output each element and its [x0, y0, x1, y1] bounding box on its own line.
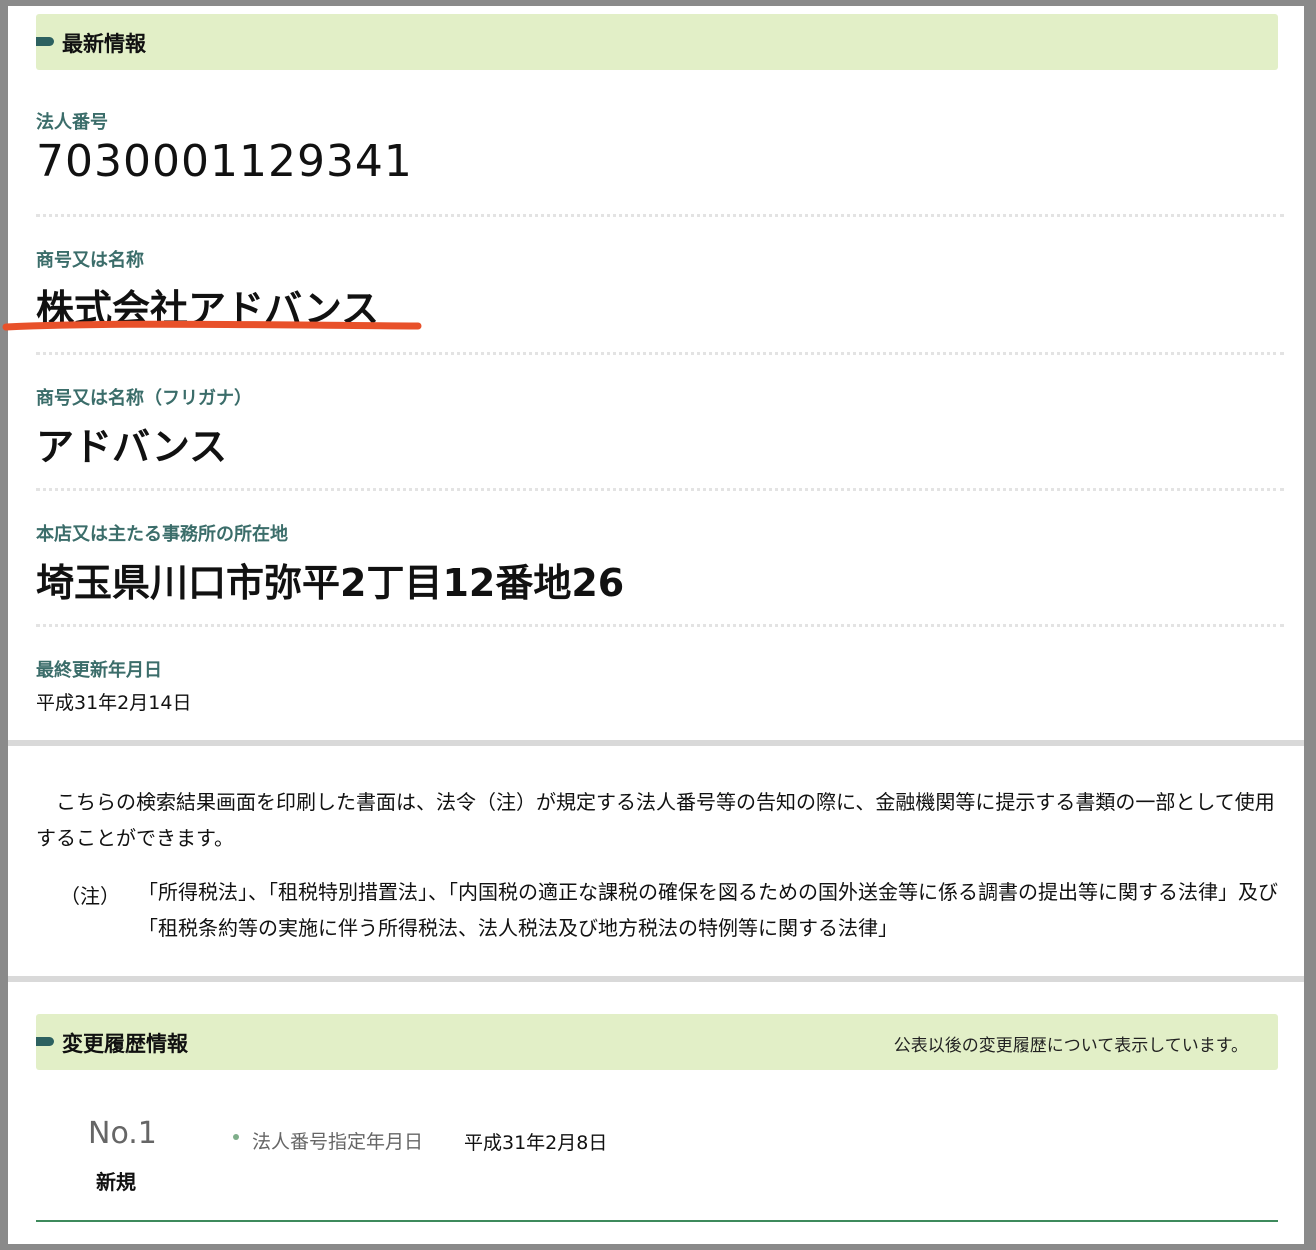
note-mark: （注）: [60, 884, 120, 908]
history-entry-kind: 新規: [96, 1170, 136, 1194]
divider: [36, 352, 1284, 355]
divider: [36, 488, 1284, 491]
history-entry-number: No.1: [88, 1116, 157, 1151]
furigana-label: 商号又は名称（フリガナ）: [36, 388, 252, 409]
corp-number-label: 法人番号: [36, 112, 108, 133]
notice-paragraph: こちらの検索結果画面を印刷した書面は、法令（注）が規定する法人番号等の告知の際に…: [36, 790, 1275, 850]
address-value: 埼玉県川口市弥平2丁目12番地26: [36, 561, 625, 605]
history-title: 変更履歴情報: [62, 1032, 188, 1056]
address-label: 本店又は主たる事務所の所在地: [36, 524, 288, 545]
name-value: 株式会社アドバンス: [36, 287, 380, 331]
latest-info-title: 最新情報: [62, 32, 146, 56]
history-divider: [36, 1220, 1278, 1222]
notice-panel: こちらの検索結果画面を印刷した書面は、法令（注）が規定する法人番号等の告知の際に…: [8, 746, 1304, 976]
name-label: 商号又は名称: [36, 250, 144, 271]
history-note: 公表以後の変更履歴について表示しています。: [893, 1036, 1248, 1056]
furigana-value: アドバンス: [36, 425, 228, 469]
history-header: 変更履歴情報 公表以後の変更履歴について表示しています。: [36, 1014, 1278, 1070]
updated-value: 平成31年2月14日: [36, 692, 192, 714]
corp-number-value: 7030001129341: [36, 136, 413, 187]
history-panel: 変更履歴情報 公表以後の変更履歴について表示しています。 No.1 新規 法人番…: [8, 982, 1304, 1244]
header-marker-icon: [36, 1037, 54, 1046]
updated-label: 最終更新年月日: [36, 660, 162, 681]
divider: [36, 624, 1284, 627]
history-field-label: 法人番号指定年月日: [252, 1131, 424, 1153]
latest-info-panel: 最新情報 法人番号 7030001129341 商号又は名称 株式会社アドバンス…: [8, 6, 1304, 740]
history-field-value: 平成31年2月8日: [464, 1132, 608, 1154]
note-text: 「所得税法」、「租税特別措置法」、「内国税の適正な課税の確保を図るための国外送金…: [138, 880, 1278, 940]
header-marker-icon: [36, 37, 54, 46]
latest-info-header: 最新情報: [36, 14, 1278, 70]
divider: [36, 214, 1284, 217]
bullet-icon: [233, 1134, 239, 1140]
note-text-wrap: 「所得税法」、「租税特別措置法」、「内国税の適正な課税の確保を図るための国外送金…: [138, 874, 1278, 946]
